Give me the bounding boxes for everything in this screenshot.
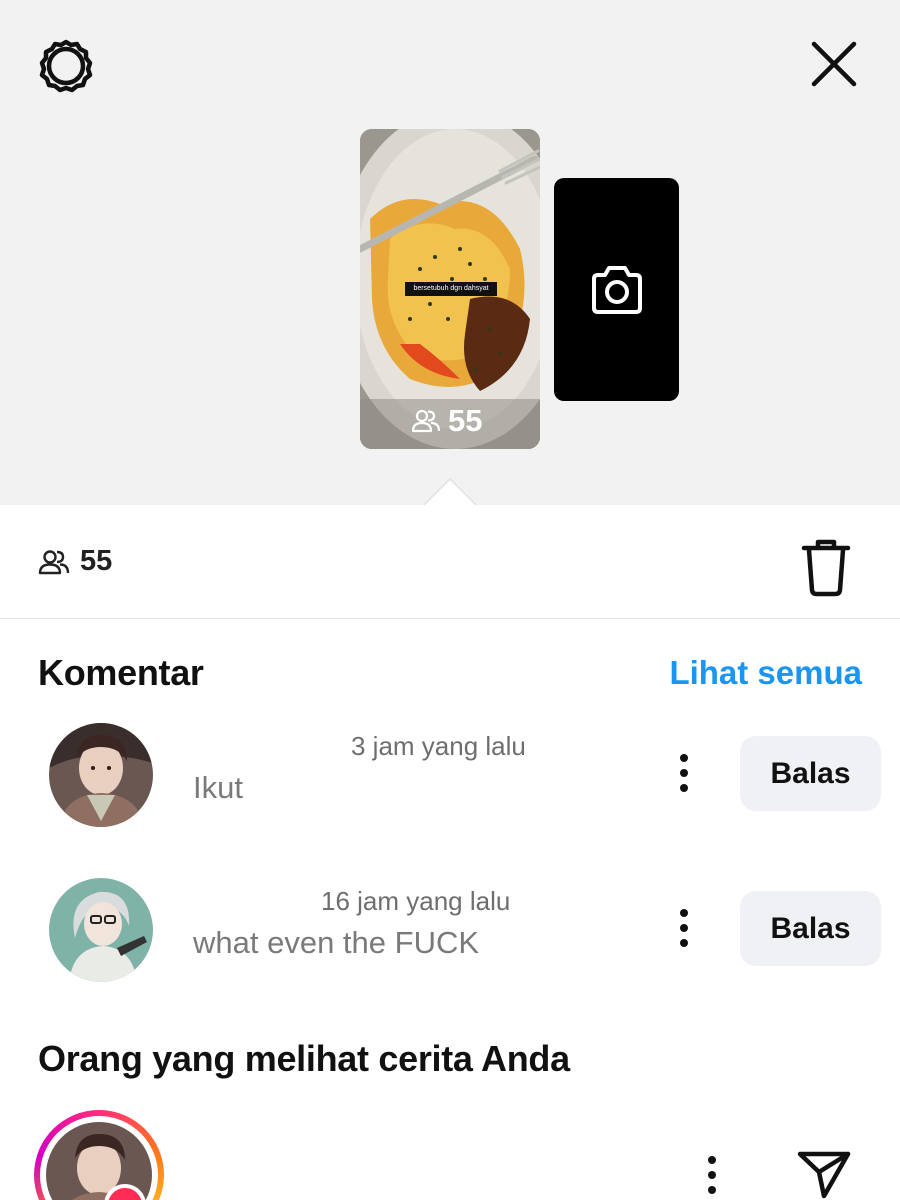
viewer-list-item: [0, 1108, 900, 1200]
close-icon: [811, 41, 857, 87]
avatar-image: [49, 878, 153, 982]
comment-time: 16 jam yang lalu: [321, 886, 511, 916]
viewer-avatar-ring[interactable]: [34, 1110, 164, 1200]
send-icon: [797, 1151, 851, 1199]
viewers-number: 55: [80, 545, 113, 577]
comment-item: 16 jam yang lalu what even the FUCK Bala…: [0, 873, 900, 993]
trash-icon: [801, 539, 851, 597]
more-vertical-icon: [680, 754, 688, 792]
story-viewer-number: 55: [448, 403, 483, 438]
story-preview-area: bersetubuh dgn dahsyat 55: [0, 0, 900, 506]
story-caption: bersetubuh dgn dahsyat: [405, 282, 497, 296]
more-vertical-icon: [708, 1156, 716, 1194]
see-all-link[interactable]: Lihat semua: [669, 654, 862, 692]
reply-button[interactable]: Balas: [740, 891, 881, 966]
more-vertical-icon: [680, 909, 688, 947]
story-thumbnail[interactable]: bersetubuh dgn dahsyat 55: [360, 129, 540, 449]
story-stats-bar: 55: [0, 505, 900, 619]
add-story-button[interactable]: [554, 178, 679, 401]
comment-options-button[interactable]: [664, 900, 704, 956]
avatar[interactable]: [49, 878, 153, 982]
comment-text: what even the FUCK: [193, 925, 480, 960]
send-message-button[interactable]: [794, 1148, 854, 1200]
viewers-count[interactable]: 55: [38, 545, 112, 578]
comments-title: Komentar: [38, 652, 204, 693]
people-icon: [412, 409, 440, 433]
avatar-image: [49, 723, 153, 827]
close-button[interactable]: [806, 36, 862, 92]
selection-pointer: [424, 478, 476, 506]
settings-button[interactable]: [36, 36, 96, 96]
comment-options-button[interactable]: [664, 745, 704, 801]
camera-icon: [591, 265, 642, 314]
comment-item: 3 jam yang lalu Ikut Balas: [0, 718, 900, 838]
delete-story-button[interactable]: [796, 538, 856, 598]
story-viewer-count: 55: [412, 403, 482, 439]
comment-text: Ikut: [193, 770, 243, 805]
viewers-section-title: Orang yang melihat cerita Anda: [38, 1038, 570, 1079]
settings-gear-icon: [39, 39, 93, 93]
avatar[interactable]: [49, 723, 153, 827]
comment-time: 3 jam yang lalu: [351, 731, 526, 761]
viewer-avatar-frame: [40, 1116, 158, 1200]
people-icon: [38, 549, 70, 574]
reply-button[interactable]: Balas: [740, 736, 881, 811]
viewer-options-button[interactable]: [692, 1150, 732, 1200]
